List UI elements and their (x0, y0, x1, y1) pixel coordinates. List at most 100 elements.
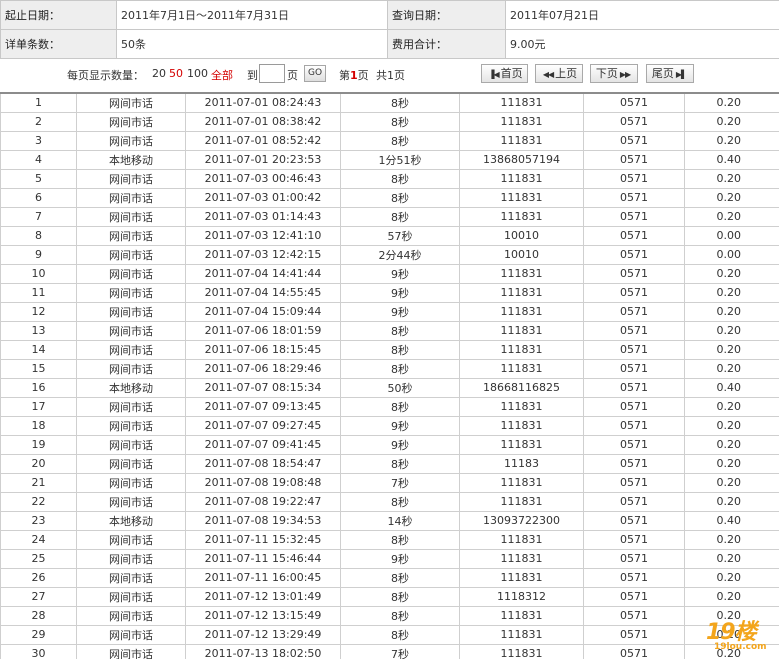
row-index-cell: 18 (0, 415, 77, 436)
table-row: 3 网间市话 2011-07-01 08:52:42 8秒 111831 0571 0.20 (0, 130, 779, 151)
table-row: 24 网间市话 2011-07-11 15:32:45 8秒 111831 0571 0.2… (0, 529, 779, 550)
other-party-number-cell: 111831 (459, 358, 584, 379)
per-page-all-link[interactable]: 全部 (211, 67, 233, 83)
summary-table: 起止日期： 2011年7月1日～2011年7月31日 查询日期： 2011年07… (0, 0, 779, 59)
fee-total-label: 费用合计： (387, 29, 506, 59)
call-duration-cell: 9秒 (340, 263, 460, 284)
call-detail-table: 1 网间市话 2011-07-01 08:24:43 8秒 111831 0571 0.20… (0, 92, 779, 659)
other-party-number-cell: 111831 (459, 472, 584, 493)
summary-row: 起止日期： 2011年7月1日～2011年7月31日 查询日期： 2011年07… (0, 0, 779, 30)
row-index-cell: 12 (0, 301, 77, 322)
prev-page-button[interactable]: ◀◀ 上页 (535, 64, 583, 83)
call-duration-cell: 8秒 (340, 453, 460, 474)
table-row: 5 网间市话 2011-07-03 00:46:43 8秒 111831 0571 0.20 (0, 168, 779, 189)
area-code-cell: 0571 (583, 168, 685, 189)
row-index-cell: 16 (0, 377, 77, 398)
row-index-cell: 26 (0, 567, 77, 588)
other-party-number-cell: 111831 (459, 339, 584, 360)
call-fee-cell: 0.20 (684, 339, 779, 360)
call-detail-body: 1 网间市话 2011-07-01 08:24:43 8秒 111831 0571 0.20… (0, 92, 779, 659)
call-fee-cell: 0.20 (684, 567, 779, 588)
area-code-cell: 0571 (583, 472, 685, 493)
call-start-time-cell: 2011-07-06 18:01:59 (185, 320, 341, 341)
call-fee-cell: 0.20 (684, 453, 779, 474)
row-index-cell: 1 (0, 92, 77, 113)
call-start-time-cell: 2011-07-08 18:54:47 (185, 453, 341, 474)
area-code-cell: 0571 (583, 453, 685, 474)
table-row: 22 网间市话 2011-07-08 19:22:47 8秒 111831 0571 0.2… (0, 491, 779, 512)
row-index-cell: 20 (0, 453, 77, 474)
call-type-cell: 网间市话 (76, 282, 186, 303)
page-prefix: 第 (339, 69, 350, 82)
call-fee-cell: 0.00 (684, 244, 779, 265)
call-start-time-cell: 2011-07-13 18:02:50 (185, 643, 341, 659)
area-code-cell: 0571 (583, 586, 685, 607)
call-start-time-cell: 2011-07-08 19:08:48 (185, 472, 341, 493)
call-duration-cell: 8秒 (340, 168, 460, 189)
other-party-number-cell: 11183 (459, 453, 584, 474)
call-start-time-cell: 2011-07-06 18:15:45 (185, 339, 341, 360)
area-code-cell: 0571 (583, 130, 685, 151)
table-row: 11 网间市话 2011-07-04 14:55:45 9秒 111831 0571 0.2… (0, 282, 779, 303)
row-index-cell: 21 (0, 472, 77, 493)
watermark-logo: 19楼 19lou.com (706, 614, 776, 656)
table-row: 28 网间市话 2011-07-12 13:15:49 8秒 111831 0571 0.2… (0, 605, 779, 626)
call-start-time-cell: 2011-07-01 08:24:43 (185, 92, 341, 113)
area-code-cell: 0571 (583, 187, 685, 208)
row-index-cell: 28 (0, 605, 77, 626)
go-button[interactable]: GO (304, 65, 326, 82)
other-party-number-cell: 10010 (459, 225, 584, 246)
call-start-time-cell: 2011-07-11 15:46:44 (185, 548, 341, 569)
call-fee-cell: 0.20 (684, 491, 779, 512)
call-fee-cell: 0.20 (684, 548, 779, 569)
row-index-cell: 24 (0, 529, 77, 550)
last-page-button[interactable]: 尾页 ▶▌ (646, 64, 694, 83)
call-fee-cell: 0.20 (684, 282, 779, 303)
page-number-input[interactable] (259, 64, 285, 83)
record-count-value: 50条 (116, 29, 388, 59)
first-page-button[interactable]: ▐◀ 首页 (481, 64, 528, 83)
area-code-cell: 0571 (583, 434, 685, 455)
per-page-50-link[interactable]: 50 (169, 67, 183, 80)
call-start-time-cell: 2011-07-08 19:22:47 (185, 491, 341, 512)
row-index-cell: 17 (0, 396, 77, 417)
next-page-button[interactable]: 下页 ▶▶ (590, 64, 638, 83)
per-page-label: 每页显示数量： (67, 69, 144, 82)
record-count-label: 详单条数： (0, 29, 117, 59)
call-fee-cell: 0.40 (684, 510, 779, 531)
call-start-time-cell: 2011-07-04 15:09:44 (185, 301, 341, 322)
other-party-number-cell: 111831 (459, 187, 584, 208)
call-start-time-cell: 2011-07-12 13:01:49 (185, 586, 341, 607)
call-type-cell: 网间市话 (76, 339, 186, 360)
call-start-time-cell: 2011-07-01 08:38:42 (185, 111, 341, 132)
call-duration-cell: 9秒 (340, 282, 460, 303)
area-code-cell: 0571 (583, 377, 685, 398)
call-fee-cell: 0.40 (684, 149, 779, 170)
call-type-cell: 网间市话 (76, 320, 186, 341)
call-duration-cell: 8秒 (340, 567, 460, 588)
area-code-cell: 0571 (583, 605, 685, 626)
call-duration-cell: 9秒 (340, 434, 460, 455)
call-fee-cell: 0.20 (684, 301, 779, 322)
call-fee-cell: 0.20 (684, 358, 779, 379)
other-party-number-cell: 111831 (459, 415, 584, 436)
per-page-100-link[interactable]: 100 (187, 67, 208, 80)
other-party-number-cell: 111831 (459, 491, 584, 512)
table-row: 14 网间市话 2011-07-06 18:15:45 8秒 111831 0571 0.2… (0, 339, 779, 360)
call-type-cell: 网间市话 (76, 415, 186, 436)
table-row: 9 网间市话 2011-07-03 12:42:15 2分44秒 10010 0571 0.… (0, 244, 779, 265)
call-duration-cell: 8秒 (340, 624, 460, 645)
first-page-icon: ▐◀ (488, 70, 499, 79)
area-code-cell: 0571 (583, 92, 685, 113)
other-party-number-cell: 111831 (459, 130, 584, 151)
date-range-value: 2011年7月1日～2011年7月31日 (116, 0, 388, 30)
table-row: 17 网间市话 2011-07-07 09:13:45 8秒 111831 0571 0.2… (0, 396, 779, 417)
per-page-20-link[interactable]: 20 (152, 67, 166, 80)
area-code-cell: 0571 (583, 301, 685, 322)
prev-page-icon: ◀◀ (542, 70, 554, 79)
call-duration-cell: 9秒 (340, 548, 460, 569)
call-start-time-cell: 2011-07-04 14:55:45 (185, 282, 341, 303)
table-row: 21 网间市话 2011-07-08 19:08:48 7秒 111831 0571 0.2… (0, 472, 779, 493)
other-party-number-cell: 1118312 (459, 586, 584, 607)
other-party-number-cell: 111831 (459, 605, 584, 626)
